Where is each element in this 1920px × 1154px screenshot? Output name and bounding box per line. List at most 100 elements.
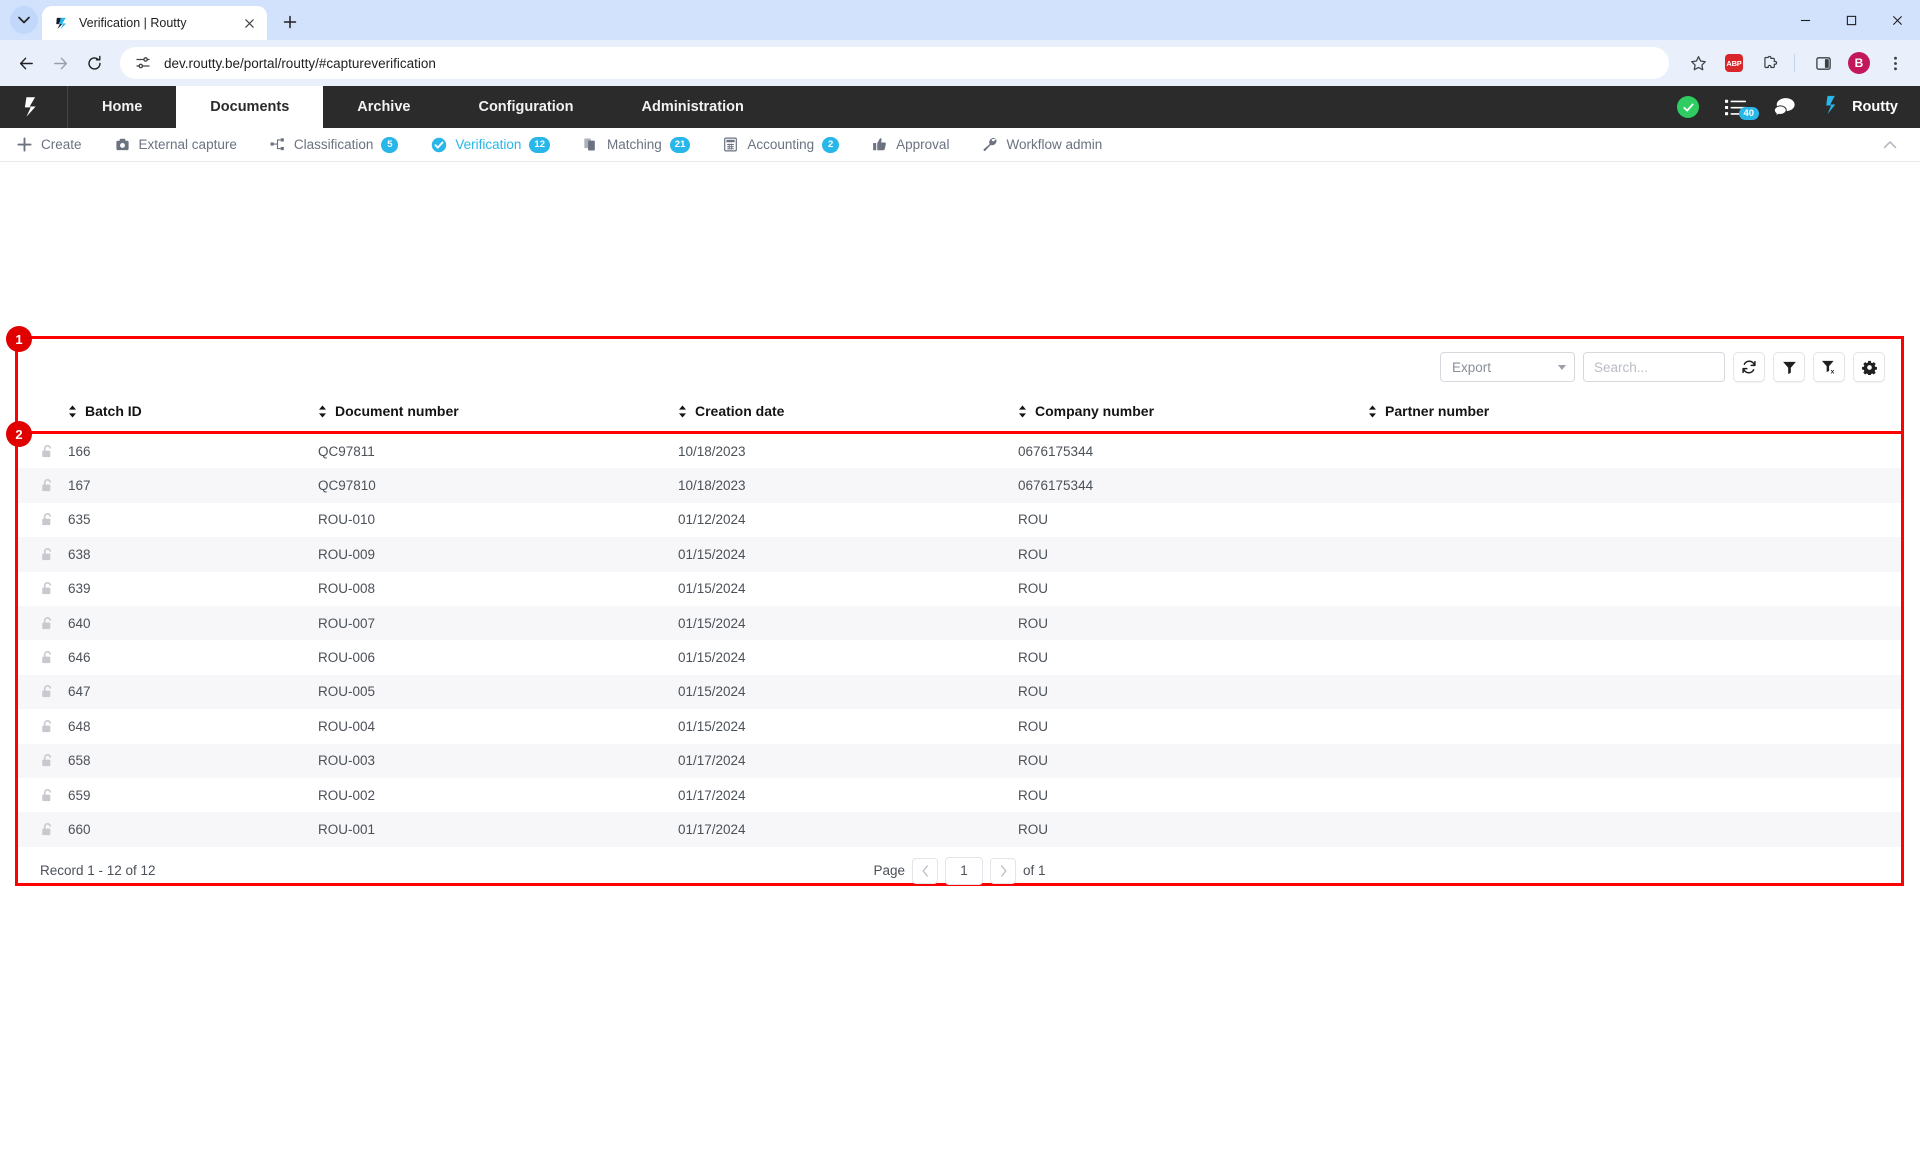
unlocked-icon[interactable] (40, 478, 68, 493)
table-row[interactable]: 647 ROU-005 01/15/2024 ROU (18, 674, 1901, 710)
prev-page-button[interactable] (912, 857, 938, 884)
site-settings-icon[interactable] (134, 54, 152, 72)
cell-batch-id: 658 (68, 753, 91, 769)
cell-company-number: 0676175344 (1018, 443, 1094, 459)
page-number-input[interactable]: 1 (945, 856, 983, 885)
address-bar[interactable]: dev.routty.be/portal/routty/#captureveri… (120, 47, 1669, 79)
table-row[interactable]: 635 ROU-010 01/12/2024 ROU (18, 502, 1901, 538)
side-panel-icon[interactable] (1808, 48, 1838, 78)
annotated-region-2: 2 166 QC97811 10/18/2023 0676175344 167 QC978… (6, 421, 1904, 886)
grid-settings-button[interactable] (1853, 352, 1885, 382)
sort-icon (1368, 405, 1377, 418)
search-input[interactable]: Search... (1583, 352, 1725, 382)
subnav-item-matching[interactable]: Matching 21 (582, 136, 708, 153)
column-header-partner-number[interactable]: Partner number (1368, 403, 1748, 419)
cell-document-number: ROU-002 (318, 787, 376, 803)
cell-company-number: ROU (1018, 581, 1048, 597)
bookmark-star-icon[interactable] (1683, 48, 1713, 78)
grid-toolbar: Export Search... x (18, 339, 1901, 395)
forward-icon[interactable] (44, 47, 76, 79)
cell-creation-date: 10/18/2023 (678, 443, 746, 459)
close-icon[interactable] (240, 14, 259, 33)
unlocked-icon[interactable] (40, 512, 68, 527)
profile-icon[interactable]: B (1844, 48, 1874, 78)
unlocked-icon[interactable] (40, 753, 68, 768)
nav-item-archive[interactable]: Archive (323, 86, 444, 128)
table-row[interactable]: 648 ROU-004 01/15/2024 ROU (18, 709, 1901, 744)
nav-item-configuration[interactable]: Configuration (444, 86, 607, 128)
table-row[interactable]: 646 ROU-006 01/15/2024 ROU (18, 640, 1901, 675)
table-row[interactable]: 640 ROU-007 01/15/2024 ROU (18, 605, 1901, 641)
grid-footer: Record 1 - 12 of 12 Page 1 of 1 (18, 847, 1901, 895)
cell-batch-id: 635 (68, 512, 91, 528)
window-controls (1782, 0, 1920, 40)
refresh-button[interactable] (1733, 352, 1765, 382)
column-header-document-number[interactable]: Document number (318, 403, 678, 419)
subnav-item-create[interactable]: Create (16, 136, 100, 153)
unlocked-icon[interactable] (40, 788, 68, 803)
cell-document-number: QC97811 (318, 443, 375, 459)
subnav-item-workflow-admin[interactable]: Workflow admin (981, 136, 1120, 153)
unlocked-icon[interactable] (40, 547, 68, 562)
back-icon[interactable] (10, 47, 42, 79)
unlocked-icon[interactable] (40, 581, 68, 596)
export-dropdown[interactable]: Export (1440, 352, 1575, 382)
routty-logo-icon[interactable] (0, 86, 68, 128)
column-header-label: Company number (1035, 403, 1155, 419)
subnav-item-approval[interactable]: Approval (871, 136, 967, 153)
sort-icon (678, 405, 687, 418)
browser-chrome: Verification | Routty dev.routty.be/port… (0, 0, 1920, 86)
cell-company-number: ROU (1018, 512, 1048, 528)
column-header-creation-date[interactable]: Creation date (678, 403, 1018, 419)
cell-batch-id: 659 (68, 787, 91, 803)
nav-item-documents[interactable]: Documents (176, 86, 324, 128)
pagination: Page 1 of 1 (18, 856, 1901, 885)
chrome-menu-icon[interactable] (1880, 48, 1910, 78)
filter-button[interactable] (1773, 352, 1805, 382)
adblock-plus-icon[interactable]: ABP (1719, 48, 1749, 78)
new-tab-button[interactable] (276, 8, 304, 36)
unlocked-icon[interactable] (40, 719, 68, 734)
browser-tab[interactable]: Verification | Routty (42, 6, 267, 40)
subnav-item-classification[interactable]: Classification 5 (269, 136, 417, 153)
table-row[interactable]: 167 QC97810 10/18/2023 0676175344 (18, 468, 1901, 503)
table-row[interactable]: 639 ROU-008 01/15/2024 ROU (18, 571, 1901, 606)
tab-search-icon[interactable] (10, 6, 38, 34)
subnav-item-accounting[interactable]: Accounting 2 (722, 136, 857, 153)
nav-item-home[interactable]: Home (68, 86, 176, 128)
chat-bubbles-icon[interactable] (1773, 97, 1797, 117)
clear-filter-button[interactable]: x (1813, 352, 1845, 382)
unlocked-icon[interactable] (40, 444, 68, 459)
next-page-button[interactable] (990, 857, 1016, 884)
table-row[interactable]: 659 ROU-002 01/17/2024 ROU (18, 777, 1901, 813)
subnav-label: Create (41, 137, 82, 152)
table-row[interactable]: 166 QC97811 10/18/2023 0676175344 (18, 434, 1901, 469)
maximize-icon[interactable] (1828, 0, 1874, 40)
minimize-icon[interactable] (1782, 0, 1828, 40)
table-row[interactable]: 660 ROU-001 01/17/2024 ROU (18, 812, 1901, 847)
subnav-label: Classification (293, 137, 374, 152)
url-text: dev.routty.be/portal/routty/#captureveri… (164, 55, 436, 71)
table-row[interactable]: 658 ROU-003 01/17/2024 ROU (18, 743, 1901, 778)
cell-company-number: ROU (1018, 787, 1048, 803)
check-circle-icon[interactable] (1677, 96, 1700, 118)
extensions-icon[interactable] (1755, 48, 1785, 78)
nav-item-administration[interactable]: Administration (608, 86, 778, 128)
unlocked-icon[interactable] (40, 822, 68, 837)
task-list-icon[interactable]: 40 (1725, 98, 1760, 120)
subnav-item-verification[interactable]: Verification 12 (430, 136, 568, 153)
cell-creation-date: 01/17/2024 (678, 821, 746, 837)
subnav-item-external-capture[interactable]: External capture (114, 136, 255, 153)
cell-batch-id: 646 (68, 650, 91, 666)
reload-icon[interactable] (78, 47, 110, 79)
unlocked-icon[interactable] (40, 616, 68, 631)
chevron-up-icon[interactable] (1882, 137, 1898, 153)
column-header-batch-id[interactable]: Batch ID (68, 403, 318, 419)
table-row[interactable]: 638 ROU-009 01/15/2024 ROU (18, 537, 1901, 572)
unlocked-icon[interactable] (40, 684, 68, 699)
subnav-count-badge: 5 (381, 136, 399, 153)
close-window-icon[interactable] (1874, 0, 1920, 40)
column-header-company-number[interactable]: Company number (1018, 403, 1368, 419)
unlocked-icon[interactable] (40, 650, 68, 665)
svg-text:x: x (1831, 368, 1835, 375)
